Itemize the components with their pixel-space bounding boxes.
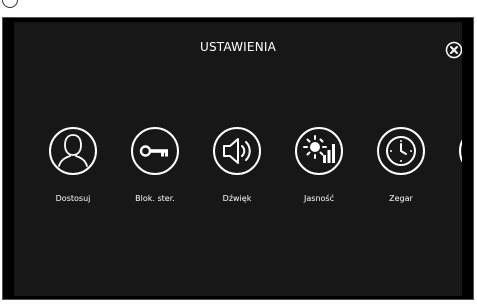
- brightness-icon: [295, 127, 343, 175]
- setting-blok-ster[interactable]: Blok. ster.: [127, 126, 201, 216]
- setting-label: Dźwięk: [222, 194, 252, 203]
- setting-jasnosc[interactable]: Jasność: [291, 126, 365, 216]
- speaker-icon: [213, 127, 261, 175]
- device-screen: USTAWIENIA Dostosuj Blok. ster. Dźwięk J…: [2, 17, 474, 300]
- close-icon[interactable]: [445, 41, 462, 59]
- setting-dzwiek[interactable]: Dźwięk: [209, 126, 283, 216]
- clock-icon: [377, 127, 425, 175]
- more-settings-icon: [459, 139, 462, 163]
- key-icon: [131, 127, 179, 175]
- setting-label: Blok. ster.: [135, 194, 175, 203]
- setting-dostosuj[interactable]: Dostosuj: [45, 126, 119, 216]
- settings-panel: USTAWIENIA Dostosuj Blok. ster. Dźwięk J…: [14, 22, 462, 296]
- top-strip: [0, 0, 477, 16]
- setting-label: Jasność: [304, 194, 334, 203]
- page-title: USTAWIENIA: [199, 40, 277, 54]
- setting-next-partial[interactable]: [455, 126, 462, 216]
- page-marker-icon: [2, 0, 18, 8]
- setting-label: Zegar: [389, 194, 413, 203]
- person-icon: [49, 127, 97, 175]
- setting-label: Dostosuj: [55, 194, 91, 203]
- setting-zegar[interactable]: Zegar: [373, 126, 447, 216]
